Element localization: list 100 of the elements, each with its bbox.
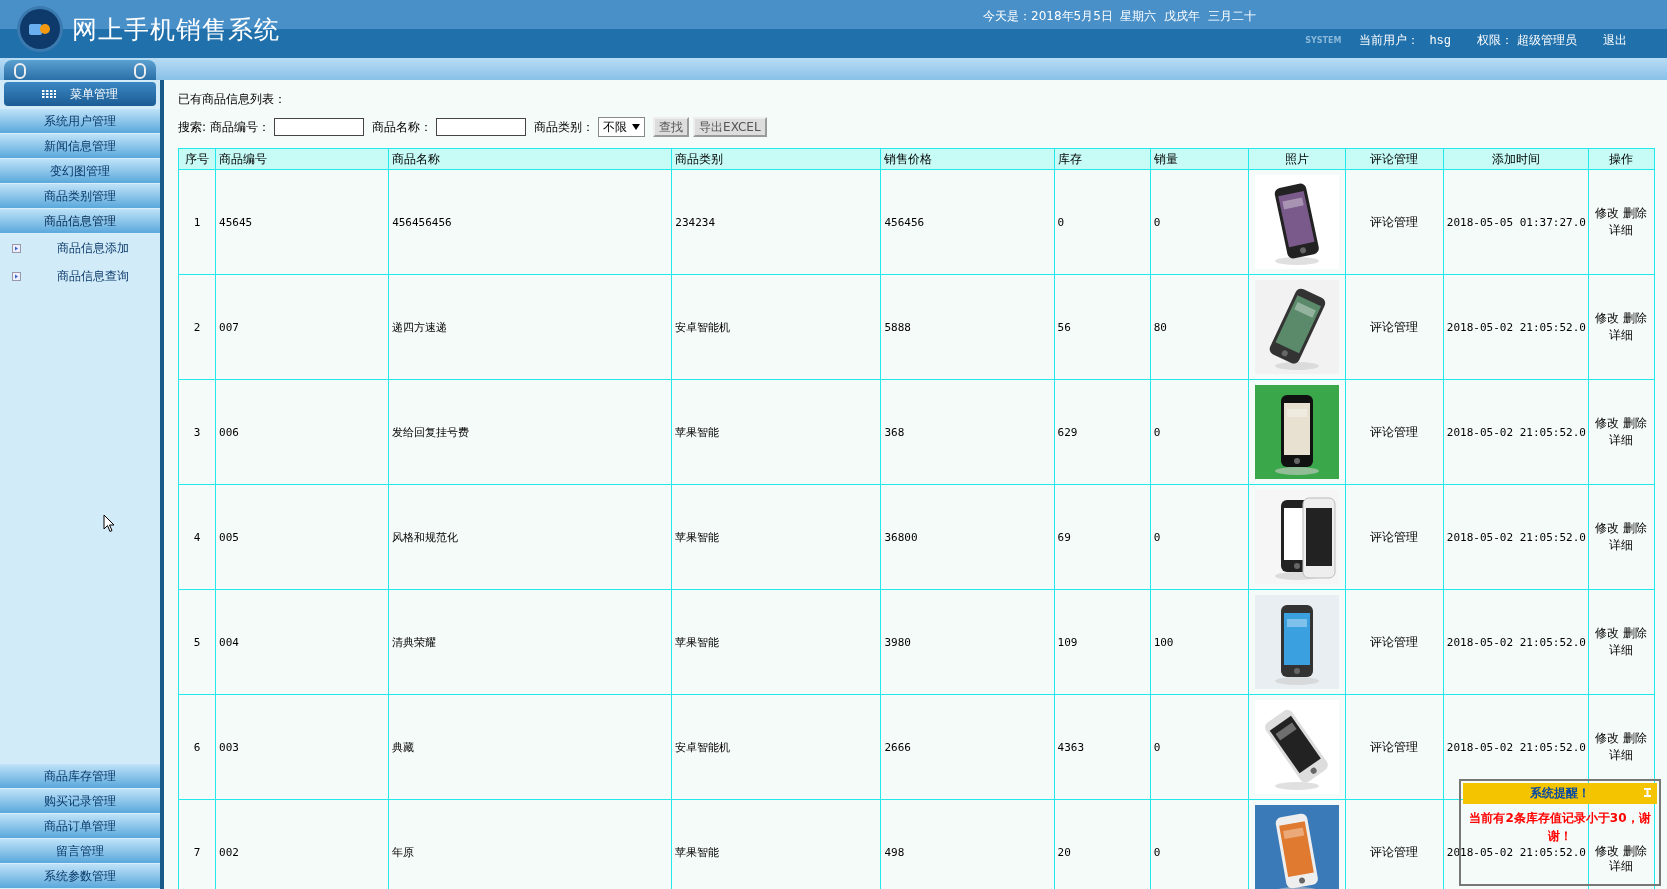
review-link[interactable]: 评论管理 bbox=[1370, 844, 1419, 859]
role-text: 超级管理员 bbox=[1517, 32, 1577, 49]
logo-icon bbox=[20, 9, 60, 49]
input-field[interactable] bbox=[274, 118, 365, 136]
action-link[interactable]: 修改 bbox=[1595, 311, 1620, 325]
review-link[interactable]: 评论管理 bbox=[1370, 739, 1419, 754]
table-cell: 3 bbox=[178, 379, 216, 485]
table-cell: 苹果智能 bbox=[671, 589, 881, 695]
column-header: 添加时间 bbox=[1443, 148, 1589, 170]
field-label: 商品名称： bbox=[372, 118, 433, 136]
table-cell: 递四方速递 bbox=[388, 274, 672, 380]
table-cell: 风格和规范化 bbox=[388, 484, 672, 590]
table-cell: 456456456 bbox=[388, 169, 672, 275]
table-cell: 368 bbox=[880, 379, 1055, 485]
table-cell: 4363 bbox=[1054, 694, 1151, 800]
action-link[interactable]: 删除 bbox=[1623, 731, 1648, 745]
menu-item[interactable]: 商品信息管理 bbox=[0, 209, 160, 234]
table-cell: 2 bbox=[178, 274, 216, 380]
logout-link[interactable]: 退出 bbox=[1603, 32, 1627, 49]
table-cell: 0 bbox=[1150, 694, 1249, 800]
submenu-item[interactable]: 商品信息添加 bbox=[57, 239, 129, 257]
menu-item[interactable]: 新闻信息管理 bbox=[0, 134, 160, 159]
table-cell: 2018-05-02 21:05:52.0 bbox=[1443, 589, 1589, 695]
action-link[interactable]: 详细 bbox=[1609, 223, 1634, 237]
user-label: 当前用户： bbox=[1359, 32, 1420, 49]
grid-icon bbox=[42, 89, 56, 99]
action-link[interactable]: 删除 bbox=[1623, 844, 1648, 858]
table-cell: 109 bbox=[1054, 589, 1151, 695]
search-button[interactable]: 查找 bbox=[653, 117, 690, 137]
action-link[interactable]: 详细 bbox=[1609, 328, 1634, 342]
action-link[interactable]: 删除 bbox=[1623, 416, 1648, 430]
menu-item[interactable]: 商品类别管理 bbox=[0, 184, 160, 209]
table-cell: 典藏 bbox=[388, 694, 672, 800]
action-link[interactable]: 详细 bbox=[1609, 433, 1634, 447]
review-link[interactable]: 评论管理 bbox=[1370, 214, 1419, 229]
export-button[interactable]: 导出EXCEL bbox=[693, 117, 767, 137]
action-link[interactable]: 修改 bbox=[1595, 626, 1620, 640]
review-link[interactable]: 评论管理 bbox=[1370, 634, 1419, 649]
table-cell: 45645 bbox=[215, 169, 389, 275]
action-link[interactable]: 修改 bbox=[1595, 844, 1620, 858]
table-cell: 2018-05-02 21:05:52.0 bbox=[1443, 379, 1589, 485]
action-link[interactable]: 详细 bbox=[1609, 859, 1634, 873]
action-link[interactable]: 修改 bbox=[1595, 521, 1620, 535]
menu-header[interactable]: 菜单管理 bbox=[4, 82, 156, 106]
action-link[interactable]: 详细 bbox=[1609, 748, 1634, 762]
menu-item[interactable]: 变幻图管理 bbox=[0, 159, 160, 184]
user-name: hsg bbox=[1429, 33, 1451, 48]
table-cell: 5888 bbox=[880, 274, 1055, 380]
action-link[interactable]: 删除 bbox=[1623, 626, 1648, 640]
table-cell: 100 bbox=[1150, 589, 1249, 695]
table-cell: 1 bbox=[178, 169, 216, 275]
table-cell: 0 bbox=[1054, 169, 1151, 275]
play-icon bbox=[12, 243, 21, 253]
action-link[interactable]: 删除 bbox=[1623, 311, 1648, 325]
menu-item[interactable]: 系统参数管理 bbox=[0, 864, 160, 889]
action-link[interactable]: 删除 bbox=[1623, 521, 1648, 535]
menu-item[interactable]: 商品库存管理 bbox=[0, 764, 160, 789]
date-text: 今天是：2018年5月5日 星期六 戊戌年 三月二十 bbox=[983, 8, 1256, 25]
review-link[interactable]: 评论管理 bbox=[1370, 529, 1419, 544]
table-cell: 007 bbox=[215, 274, 389, 380]
table-cell: 苹果智能 bbox=[671, 379, 881, 485]
column-header: 库存 bbox=[1054, 148, 1151, 170]
app-title: 网上手机销售系统 bbox=[72, 14, 280, 45]
field-label: 商品编号： bbox=[210, 118, 271, 136]
review-link[interactable]: 评论管理 bbox=[1370, 424, 1419, 439]
action-link[interactable]: 修改 bbox=[1595, 416, 1620, 430]
popup-title: 系统提醒！ bbox=[1530, 785, 1590, 802]
action-link[interactable]: 修改 bbox=[1595, 206, 1620, 220]
column-header: 照片 bbox=[1248, 148, 1346, 170]
column-header: 操作 bbox=[1588, 148, 1655, 170]
action-link[interactable]: 删除 bbox=[1623, 206, 1648, 220]
table-cell: 0 bbox=[1150, 169, 1249, 275]
table-cell: 2666 bbox=[880, 694, 1055, 800]
column-header: 销量 bbox=[1150, 148, 1249, 170]
column-header: 商品编号 bbox=[215, 148, 389, 170]
column-header: 销售价格 bbox=[880, 148, 1055, 170]
table-cell: 苹果智能 bbox=[671, 484, 881, 590]
menu-item[interactable]: 购买记录管理 bbox=[0, 789, 160, 814]
list-heading: 已有商品信息列表： bbox=[178, 91, 287, 108]
table-cell: 005 bbox=[215, 484, 389, 590]
menu-item[interactable]: 留言管理 bbox=[0, 839, 160, 864]
submenu-item[interactable]: 商品信息查询 bbox=[57, 267, 129, 285]
table-cell: 2018-05-05 01:37:27.0 bbox=[1443, 169, 1589, 275]
table-cell: 发给回复挂号费 bbox=[388, 379, 672, 485]
table-cell: 80 bbox=[1150, 274, 1249, 380]
action-link[interactable]: 详细 bbox=[1609, 538, 1634, 552]
review-link[interactable]: 评论管理 bbox=[1370, 319, 1419, 334]
table-cell: 0 bbox=[1150, 484, 1249, 590]
table-cell: 2018-05-02 21:05:52.0 bbox=[1443, 484, 1589, 590]
table-cell: 安卓智能机 bbox=[671, 694, 881, 800]
input-field[interactable] bbox=[436, 118, 527, 136]
cursor-icon bbox=[103, 514, 115, 533]
action-link[interactable]: 修改 bbox=[1595, 731, 1620, 745]
category-select[interactable]: 不限 bbox=[598, 117, 646, 137]
menu-item[interactable]: 商品订单管理 bbox=[0, 814, 160, 839]
menu-item[interactable]: 系统用户管理 bbox=[0, 109, 160, 134]
column-header: 评论管理 bbox=[1345, 148, 1444, 170]
action-link[interactable]: 详细 bbox=[1609, 643, 1634, 657]
table-cell: 0 bbox=[1150, 379, 1249, 485]
table-cell: 629 bbox=[1054, 379, 1151, 485]
